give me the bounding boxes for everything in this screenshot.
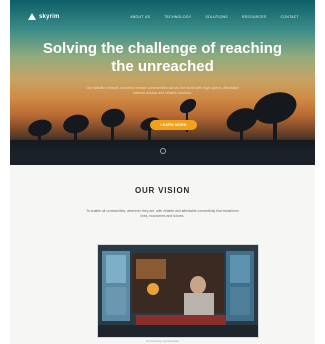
hero-headline-line2: the unreached bbox=[111, 58, 214, 75]
page: skyrim ABOUT US TECHNOLOGY SOLUTIONS RES… bbox=[10, 0, 315, 344]
nav-links: ABOUT US TECHNOLOGY SOLUTIONS RESOURCES … bbox=[130, 15, 299, 19]
vision-photo bbox=[98, 245, 258, 337]
vision-title: OUR VISION bbox=[134, 186, 191, 195]
nav-link-resources[interactable]: RESOURCES bbox=[242, 15, 267, 19]
hero-headline: Solving the challenge of reaching the un… bbox=[10, 40, 315, 76]
triangle-logo-icon bbox=[28, 13, 36, 21]
hero-section: skyrim ABOUT US TECHNOLOGY SOLUTIONS RES… bbox=[10, 0, 315, 165]
photo-caption: Connecting communities bbox=[146, 339, 179, 343]
photo-scene bbox=[98, 245, 258, 337]
learn-more-button[interactable]: LEARN MORE bbox=[150, 120, 197, 130]
brand-logo[interactable]: skyrim bbox=[28, 13, 60, 21]
brand-name: skyrim bbox=[39, 14, 60, 20]
nav-link-about[interactable]: ABOUT US bbox=[130, 15, 150, 19]
hero-subtext: Our satellite network connects remote co… bbox=[86, 86, 239, 95]
scroll-down-icon[interactable] bbox=[160, 148, 166, 154]
nav-link-contact[interactable]: CONTACT bbox=[280, 15, 299, 19]
top-nav: skyrim ABOUT US TECHNOLOGY SOLUTIONS RES… bbox=[10, 10, 315, 24]
nav-link-technology[interactable]: TECHNOLOGY bbox=[164, 15, 191, 19]
hero-headline-line1: Solving the challenge of reaching bbox=[42, 40, 283, 57]
vision-text: To enable all communities, wherever they… bbox=[86, 209, 239, 218]
nav-link-solutions[interactable]: SOLUTIONS bbox=[205, 15, 228, 19]
